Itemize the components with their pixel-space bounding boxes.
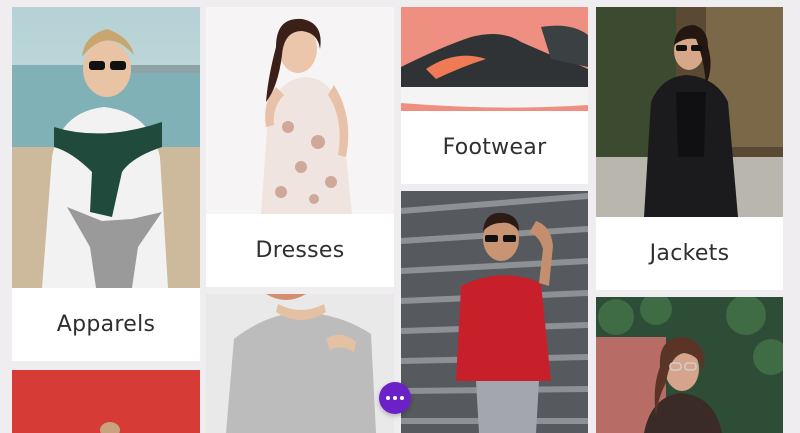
bottom-left-photo — [12, 370, 200, 433]
category-card-jackets[interactable]: Jackets — [596, 7, 783, 290]
category-label-jackets: Jackets — [649, 241, 730, 266]
dresses-label-box: Dresses — [206, 214, 394, 287]
category-card-apparels[interactable]: Apparels — [12, 7, 200, 361]
tshirt-photo — [206, 294, 394, 433]
category-card-eyewear[interactable] — [596, 297, 783, 433]
footwear-photo — [401, 7, 588, 111]
category-card-bottom-left[interactable] — [12, 370, 200, 433]
category-label-dresses: Dresses — [255, 238, 345, 263]
category-label-apparels: Apparels — [56, 312, 156, 337]
jackets-photo — [596, 7, 783, 217]
apparels-label-box: Apparels — [12, 288, 200, 361]
chat-more-button[interactable] — [379, 382, 411, 414]
category-card-footwear[interactable]: Footwear — [401, 7, 588, 184]
category-card-dresses[interactable]: Dresses — [206, 7, 394, 287]
dresses-photo — [206, 7, 394, 214]
jackets-label-box: Jackets — [596, 217, 783, 290]
footwear-label-box: Footwear — [401, 111, 588, 184]
category-label-footwear: Footwear — [442, 135, 547, 160]
apparels-photo — [12, 7, 200, 288]
menswear-photo — [401, 191, 588, 433]
category-grid-page: Apparels Dresses Footwear Jackets — [0, 0, 800, 433]
category-card-tshirts[interactable] — [206, 294, 394, 433]
category-card-menswear[interactable] — [401, 191, 588, 433]
eyewear-photo — [596, 297, 783, 433]
more-dots-icon — [386, 396, 404, 400]
